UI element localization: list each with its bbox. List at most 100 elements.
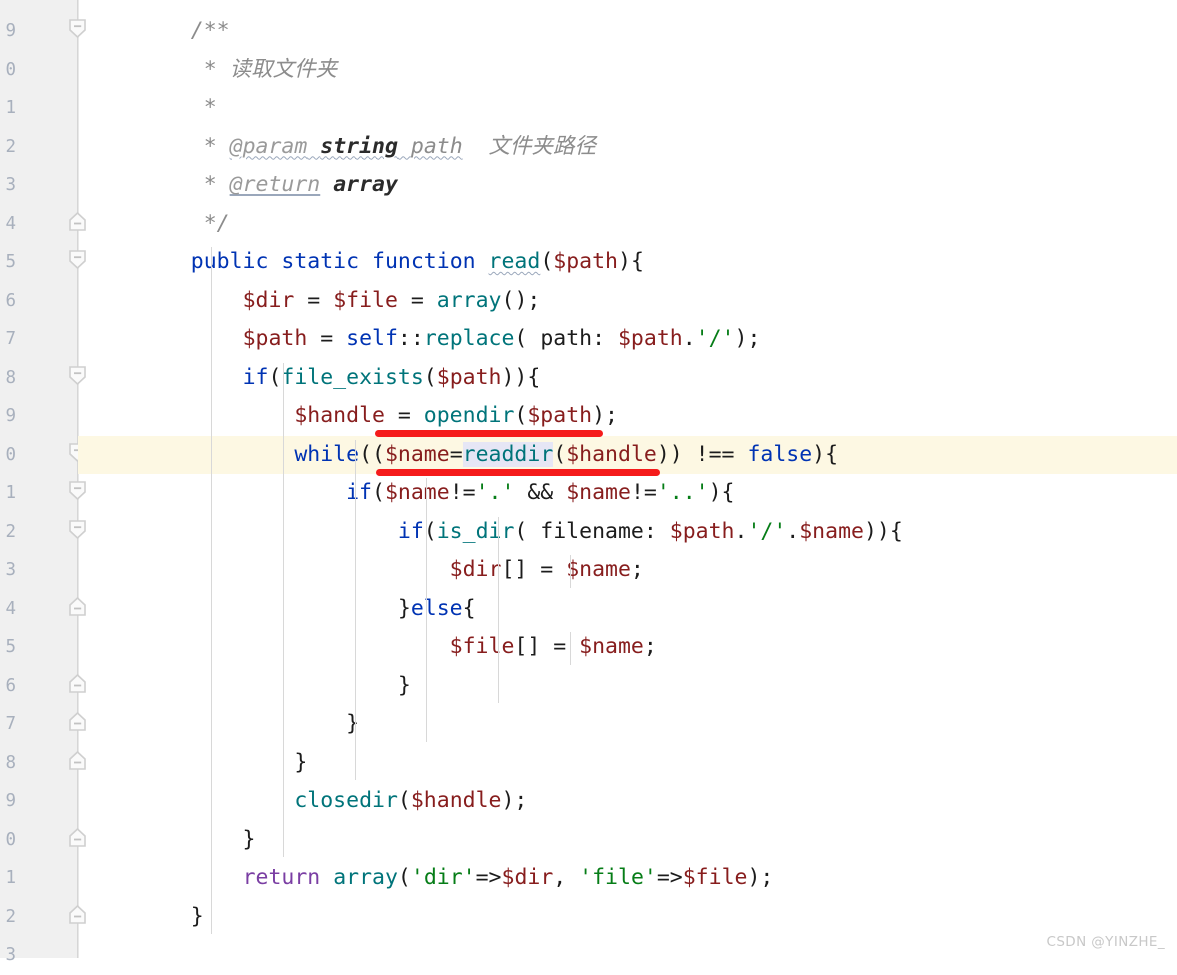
code-line[interactable]: if($name!='.' && $name!='..'){: [78, 474, 1177, 513]
line-number: 0: [5, 444, 16, 465]
indent-guide: [569, 632, 571, 665]
line-number: 1: [5, 98, 16, 118]
code-line-text: */: [139, 205, 230, 244]
punctuation: :: [643, 518, 670, 544]
code-line-text: public static function read($path){: [139, 243, 644, 282]
punctuation: ;: [630, 557, 644, 582]
string-literal: 'dir': [410, 865, 476, 890]
identifier: filename: [540, 518, 644, 544]
punctuation: [139, 249, 191, 274]
keyword: if: [242, 364, 269, 390]
php-variable: $path: [553, 249, 619, 274]
php-variable: $path: [242, 326, 308, 351]
keyword: if: [346, 480, 372, 505]
comment-text: [139, 95, 204, 120]
punctuation: )){: [863, 518, 903, 544]
punctuation: (: [397, 788, 411, 813]
comment-text: [307, 134, 320, 159]
code-line[interactable]: closedir($handle);: [78, 782, 1177, 821]
string-literal: '..': [656, 480, 709, 505]
punctuation: =: [307, 326, 347, 351]
punctuation: =: [294, 287, 334, 313]
function-name: array: [333, 865, 398, 890]
punctuation: }: [139, 903, 204, 929]
punctuation: =>: [656, 865, 683, 890]
punctuation: );: [747, 865, 774, 890]
identifier: path: [540, 326, 593, 351]
punctuation: );: [592, 403, 618, 428]
code-line[interactable]: public static function read($path){: [78, 243, 1177, 282]
code-line[interactable]: */: [78, 205, 1177, 244]
string-literal: '/': [747, 518, 787, 544]
punctuation: [] =: [501, 557, 567, 582]
line-number: 7: [5, 329, 16, 349]
code-line[interactable]: }else{: [78, 590, 1177, 629]
php-variable: $dir: [501, 865, 554, 890]
line-number: 1: [5, 483, 16, 503]
php-variable: $name: [566, 557, 631, 582]
php-variable: $path: [617, 326, 683, 351]
code-line-text: $file[] = $name;: [139, 628, 657, 667]
code-line[interactable]: if(is_dir( filename: $path.'/'.$name)){: [78, 513, 1177, 552]
code-line[interactable]: *: [78, 89, 1177, 128]
punctuation: }: [139, 672, 411, 698]
red-annotation-readdir: [376, 469, 660, 476]
code-line[interactable]: }: [78, 898, 1177, 937]
php-variable: $dir: [242, 287, 295, 313]
code-line[interactable]: $handle = opendir($path);: [78, 397, 1177, 436]
punctuation: .: [786, 518, 800, 544]
punctuation: [139, 788, 294, 813]
php-variable: $path: [527, 403, 593, 428]
code-line[interactable]: }: [78, 667, 1177, 706]
indent-guide: [497, 516, 499, 703]
line-number: 6: [5, 290, 16, 311]
code-line[interactable]: }: [78, 821, 1177, 860]
punctuation: [139, 365, 243, 390]
code-content-area[interactable]: /** * 读取文件夹 * * @param string path 文件夹路径…: [78, 0, 1177, 958]
comment-text: *: [203, 95, 217, 120]
punctuation: (: [553, 441, 567, 467]
php-variable: $path: [436, 364, 502, 390]
keyword: else: [410, 595, 463, 621]
punctuation: .: [734, 518, 748, 544]
indent-guide: [282, 362, 284, 857]
code-line[interactable]: /**: [78, 12, 1177, 51]
line-number: 8: [5, 752, 16, 773]
line-number-column: 9 0 1 2 3 4 5 6 7 8 9 0 1 2 3 4 5 6 7 8 9 0 1 2 3: [0, 0, 60, 965]
comment-text: [139, 211, 204, 236]
code-line[interactable]: $dir[] = $name;: [78, 551, 1177, 590]
code-line[interactable]: }: [78, 744, 1177, 783]
punctuation: ){: [618, 249, 644, 274]
indent-guide: [426, 478, 428, 742]
code-editor[interactable]: 9 0 1 2 3 4 5 6 7 8 9 0 1 2 3 4 5 6 7 8 9 0 1 2 3 /** * 读取文件夹 * …: [0, 0, 1177, 965]
php-variable: $handle: [566, 441, 657, 467]
code-line[interactable]: * @return array: [78, 166, 1177, 205]
punctuation: }: [139, 595, 411, 621]
punctuation: }: [139, 826, 256, 852]
punctuation: ();: [501, 287, 541, 313]
code-line[interactable]: * 读取文件夹: [78, 51, 1177, 90]
string-literal: '.': [475, 480, 515, 505]
function-name: is_dir: [436, 518, 515, 544]
code-line[interactable]: return array('dir'=>$dir, 'file'=>$file)…: [78, 859, 1177, 898]
code-line[interactable]: $file[] = $name;: [78, 628, 1177, 667]
comment-text: */: [203, 210, 230, 236]
punctuation: );: [501, 788, 528, 813]
code-line[interactable]: * @param string path 文件夹路径: [78, 128, 1177, 167]
punctuation: ){: [812, 441, 839, 467]
comment-text: [139, 18, 191, 43]
comment-text: /**: [190, 18, 230, 43]
indent-guide: [354, 439, 356, 780]
punctuation: [139, 326, 243, 351]
line-number: 8: [5, 367, 16, 388]
code-line[interactable]: $path = self::replace( path: $path.'/');: [78, 320, 1177, 359]
code-line[interactable]: if(file_exists($path)){: [78, 359, 1177, 398]
keyword-return: return: [242, 865, 321, 890]
punctuation: [139, 519, 398, 544]
code-line[interactable]: $dir = $file = array();: [78, 282, 1177, 321]
punctuation: [139, 557, 450, 582]
line-number: 3: [5, 945, 16, 965]
comment-text: [320, 172, 333, 197]
code-line[interactable]: }: [78, 705, 1177, 744]
line-number: 0: [5, 59, 16, 80]
